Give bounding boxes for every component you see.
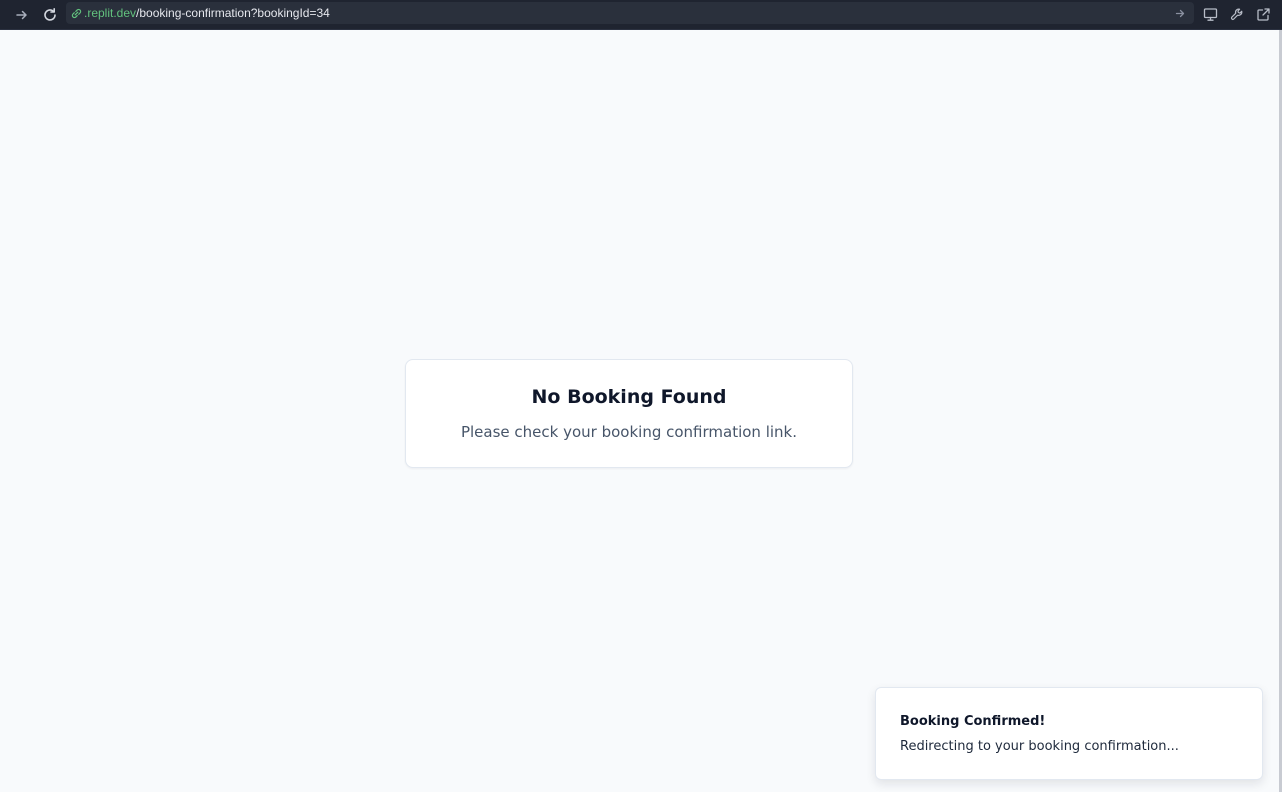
device-preview-button[interactable] [1200,4,1220,24]
open-in-new-tab-button[interactable] [1253,4,1273,24]
arrow-right-icon [1175,9,1184,17]
reload-icon [44,8,56,21]
card-title: No Booking Found [531,386,727,408]
no-booking-card: No Booking Found Please check your booki… [405,359,853,468]
card-message: Please check your booking confirmation l… [460,423,798,441]
toast-description: Redirecting to your booking confirmation… [900,739,1179,754]
wrench-icon [1230,8,1242,20]
url-domain: .replit.dev [84,6,137,20]
reload-button[interactable] [38,3,62,27]
url-path: /booking-confirmation?bookingId=34 [136,6,330,20]
toast-notification[interactable]: Booking Confirmed! Redirecting to your b… [875,687,1263,780]
monitor-icon [1203,7,1217,21]
toast-title: Booking Confirmed! [900,714,1046,729]
devtools-button[interactable] [1227,4,1247,24]
arrow-right-icon [16,10,27,20]
go-button[interactable] [1172,5,1188,21]
external-link-icon [1256,7,1270,21]
link-icon [71,8,82,18]
address-bar[interactable]: .replit.dev/booking-confirmation?booking… [66,2,1194,24]
browser-toolbar: .replit.dev/booking-confirmation?booking… [0,0,1282,30]
forward-button[interactable] [10,3,34,27]
